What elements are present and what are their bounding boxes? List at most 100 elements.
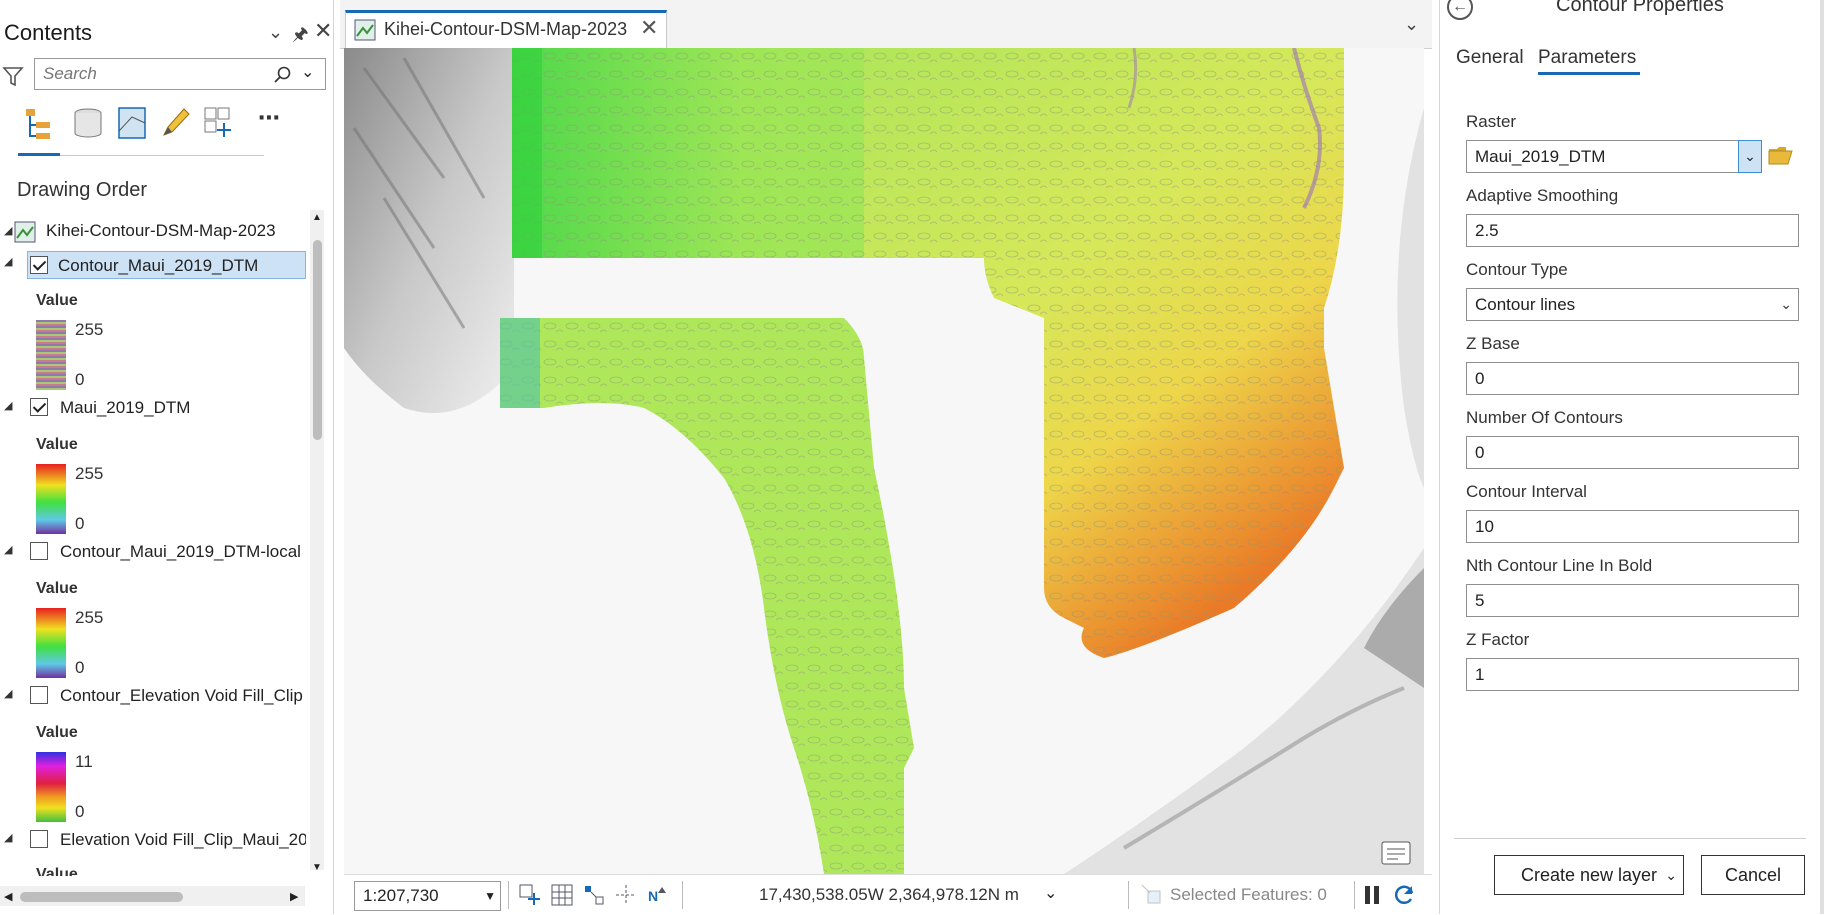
refresh-icon[interactable] [1392,883,1416,907]
grid-icon[interactable] [550,883,574,907]
filter-icon[interactable] [2,64,24,88]
map-icon [14,221,36,243]
contour-type-value: Contour lines [1475,295,1576,314]
legend-title: Value [36,724,78,741]
map-rendering[interactable] [344,48,1424,874]
layer-name: Contour_Maui_2019_DTM [58,256,259,275]
close-icon[interactable]: ✕ [314,18,332,44]
legend-max: 11 [75,752,93,771]
layer-row-contour-local[interactable]: Contour_Maui_2019_DTM-local [0,538,306,566]
legend-ramp-spectral [36,608,66,678]
map-canvas[interactable] [344,48,1424,874]
layer-row-void-fill-clip[interactable]: Elevation Void Fill_Clip_Maui_20 [0,826,306,854]
scroll-left-icon[interactable]: ◀ [4,890,12,903]
legend-min: 0 [75,370,85,389]
pin-icon[interactable]: 🖈 [292,22,309,52]
pointer-crosshair-icon[interactable] [614,883,638,907]
drawing-order-heading: Drawing Order [17,179,148,201]
layer-visibility-checkbox[interactable] [30,542,48,560]
search-input[interactable] [35,59,271,89]
legend-title: Value [36,436,78,453]
list-by-editing-icon[interactable] [158,105,194,141]
list-by-source-icon[interactable] [70,105,106,141]
dropdown-arrow-icon[interactable]: ▼ [484,882,496,910]
z-base-input[interactable]: 0 [1466,362,1799,395]
legend-min: 0 [75,658,85,677]
north-arrow-icon[interactable]: N [646,883,670,907]
coordinate-format-chevron-icon[interactable]: ⌄ [1044,883,1057,903]
list-by-selection-icon[interactable] [114,105,150,141]
layer-visibility-checkbox[interactable] [30,686,48,704]
footer-divider [1454,838,1806,839]
contour-interval-input[interactable]: 10 [1466,510,1799,543]
layer-visibility-checkbox[interactable] [30,830,48,848]
scroll-down-icon[interactable]: ▼ [312,862,322,873]
legend-title: Value [36,866,78,876]
pause-drawing-icon[interactable] [1360,883,1384,907]
tab-list-chevron-icon[interactable]: ⌄ [1404,14,1419,35]
contour-type-label: Contour Type [1466,260,1568,279]
layer-visibility-checkbox[interactable] [30,398,48,416]
layer-visibility-checkbox[interactable] [30,256,48,274]
layer-row-maui-dtm[interactable]: Maui_2019_DTM [0,394,306,422]
collapse-icon[interactable]: ◢ [4,255,12,268]
contour-type-select[interactable]: Contour lines ⌄ [1466,288,1799,321]
contents-horizontal-scroll-thumb[interactable] [20,892,183,902]
create-new-layer-button[interactable]: Create new layer ⌄ [1494,855,1684,895]
layer-name: Contour_Elevation Void Fill_Clip [60,686,303,705]
pane-edge [1820,0,1824,914]
contents-toolbar: ⋯ [18,105,280,151]
tab-general[interactable]: General [1456,47,1524,69]
layer-name: Elevation Void Fill_Clip_Maui_20 [60,830,306,849]
raster-label: Raster [1466,112,1517,131]
z-factor-input[interactable]: 1 [1466,658,1799,691]
search-icon[interactable] [273,65,293,85]
raster-select[interactable]: Maui_2019_DTM ⌄ [1466,140,1762,173]
clipped-legend: Value [0,858,306,876]
browse-folder-icon[interactable] [1768,144,1794,166]
tree-map-root[interactable]: ◢ Kihei-Contour-DSM-Map-2023 [0,217,306,245]
chevron-down-icon[interactable]: ⌄ [268,22,283,43]
layer-row-contour-void-fill[interactable]: Contour_Elevation Void Fill_Clip [0,682,306,710]
selected-features-count[interactable]: Selected Features: 0 [1170,885,1327,905]
map-status-bar: 1:207,730 ▼ N 17,430,538.05W 2,364,978.1… [344,874,1432,915]
list-by-snapping-icon[interactable] [202,105,238,141]
nth-contour-bold-input[interactable]: 5 [1466,584,1799,617]
divider [508,881,509,909]
cancel-button[interactable]: Cancel [1701,855,1805,895]
collapse-icon[interactable]: ◢ [4,217,12,245]
adaptive-smoothing-input[interactable]: 2.5 [1466,214,1799,247]
pane-title: Contour Properties [1556,0,1724,16]
layer-row-contour-maui-dtm[interactable]: Contour_Maui_2019_DTM [27,251,306,279]
contour-interval-label: Contour Interval [1466,482,1587,501]
more-options-icon[interactable]: ⋯ [258,105,280,131]
active-tab-indicator [1538,72,1640,75]
search-options-chevron-icon[interactable]: ⌄ [301,62,314,82]
scroll-right-icon[interactable]: ▶ [290,890,298,903]
contents-vertical-scroll-thumb[interactable] [313,240,322,440]
close-tab-icon[interactable]: ✕ [640,15,658,41]
number-of-contours-label: Number Of Contours [1466,408,1623,427]
contents-title: Contents [4,20,93,45]
map-tab[interactable]: Kihei-Contour-DSM-Map-2023 ✕ [345,10,667,48]
list-by-drawing-order-icon[interactable] [22,105,58,141]
snapping-icon[interactable] [582,883,606,907]
scroll-up-icon[interactable]: ▲ [312,212,322,223]
chevron-down-icon[interactable]: ⌄ [1665,856,1677,894]
chevron-down-icon[interactable]: ⌄ [1780,289,1792,320]
map-tab-title: Kihei-Contour-DSM-Map-2023 [384,19,628,39]
scale-selector[interactable]: 1:207,730 ▼ [354,881,501,911]
toolbar-active-indicator [18,153,60,156]
legend-min: 0 [75,802,85,821]
selected-features-icon[interactable] [1140,883,1164,907]
create-new-layer-label: Create new layer [1520,865,1658,885]
search-box[interactable]: ⌄ [34,58,326,90]
map-notes-icon[interactable] [1380,838,1412,866]
legend-min: 0 [75,514,85,533]
legend-max: 255 [75,464,104,483]
fixed-zoom-icon[interactable] [518,883,542,907]
map-name: Kihei-Contour-DSM-Map-2023 [46,221,276,240]
chevron-down-icon[interactable]: ⌄ [1738,140,1762,173]
tab-parameters[interactable]: Parameters [1538,47,1636,69]
number-of-contours-input[interactable]: 0 [1466,436,1799,469]
